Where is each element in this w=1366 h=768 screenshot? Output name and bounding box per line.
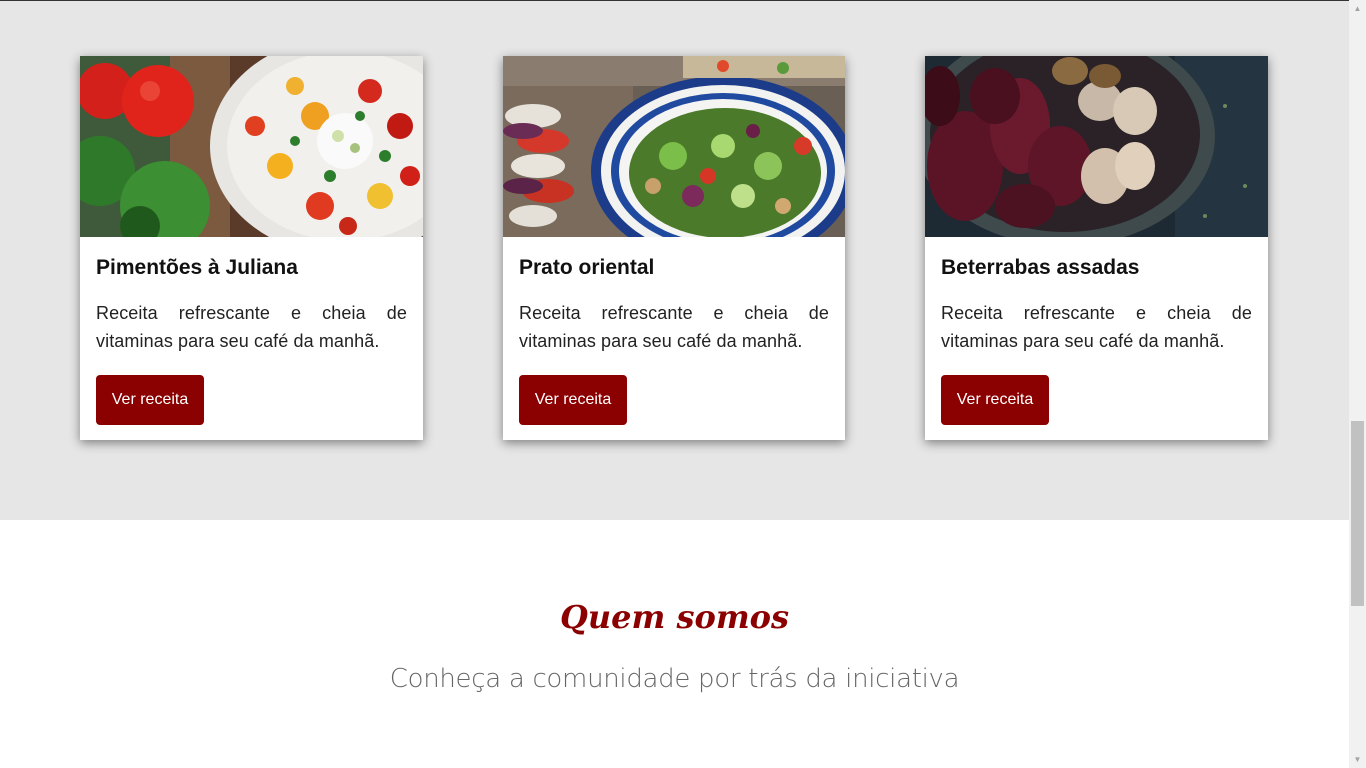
- recipe-description: Receita refrescante e cheia de vitaminas…: [96, 303, 407, 351]
- triangle-down-icon[interactable]: ▼: [1349, 751, 1366, 768]
- recipe-title: Beterrabas assadas: [941, 256, 1140, 279]
- recipes-section: Pimentões à Juliana Receita refrescante …: [0, 1, 1349, 520]
- recipe-description: Receita refrescante e cheia de vitaminas…: [519, 303, 829, 351]
- scrollbar-thumb[interactable]: [1351, 421, 1364, 606]
- triangle-up-icon[interactable]: ▲: [1349, 0, 1366, 17]
- view-recipe-button[interactable]: Ver receita: [941, 375, 1049, 425]
- recipe-card-1: Pimentões à Juliana Receita refrescante …: [80, 56, 423, 440]
- about-title: Quem somos: [559, 598, 790, 636]
- view-recipe-button[interactable]: Ver receita: [96, 375, 204, 425]
- recipe-title: Prato oriental: [519, 256, 655, 279]
- recipe-image-roasted-beets: [925, 56, 1268, 237]
- recipe-card-3: Beterrabas assadas Receita refrescante e…: [925, 56, 1268, 440]
- recipe-title: Pimentões à Juliana: [96, 256, 298, 279]
- view-recipe-button[interactable]: Ver receita: [519, 375, 627, 425]
- page-viewport: Pimentões à Juliana Receita refrescante …: [0, 0, 1349, 768]
- recipe-image-peppers: [80, 56, 423, 237]
- about-subtitle: Conheça a comunidade por trás da iniciat…: [389, 664, 960, 694]
- recipe-card-2: Prato oriental Receita refrescante e che…: [503, 56, 845, 440]
- recipe-image-oriental-salad: [503, 56, 845, 237]
- about-section: Quem somos Conheça a comunidade por trás…: [0, 520, 1349, 768]
- recipe-description: Receita refrescante e cheia de vitaminas…: [941, 303, 1252, 351]
- vertical-scrollbar[interactable]: ▲ ▼: [1349, 0, 1366, 768]
